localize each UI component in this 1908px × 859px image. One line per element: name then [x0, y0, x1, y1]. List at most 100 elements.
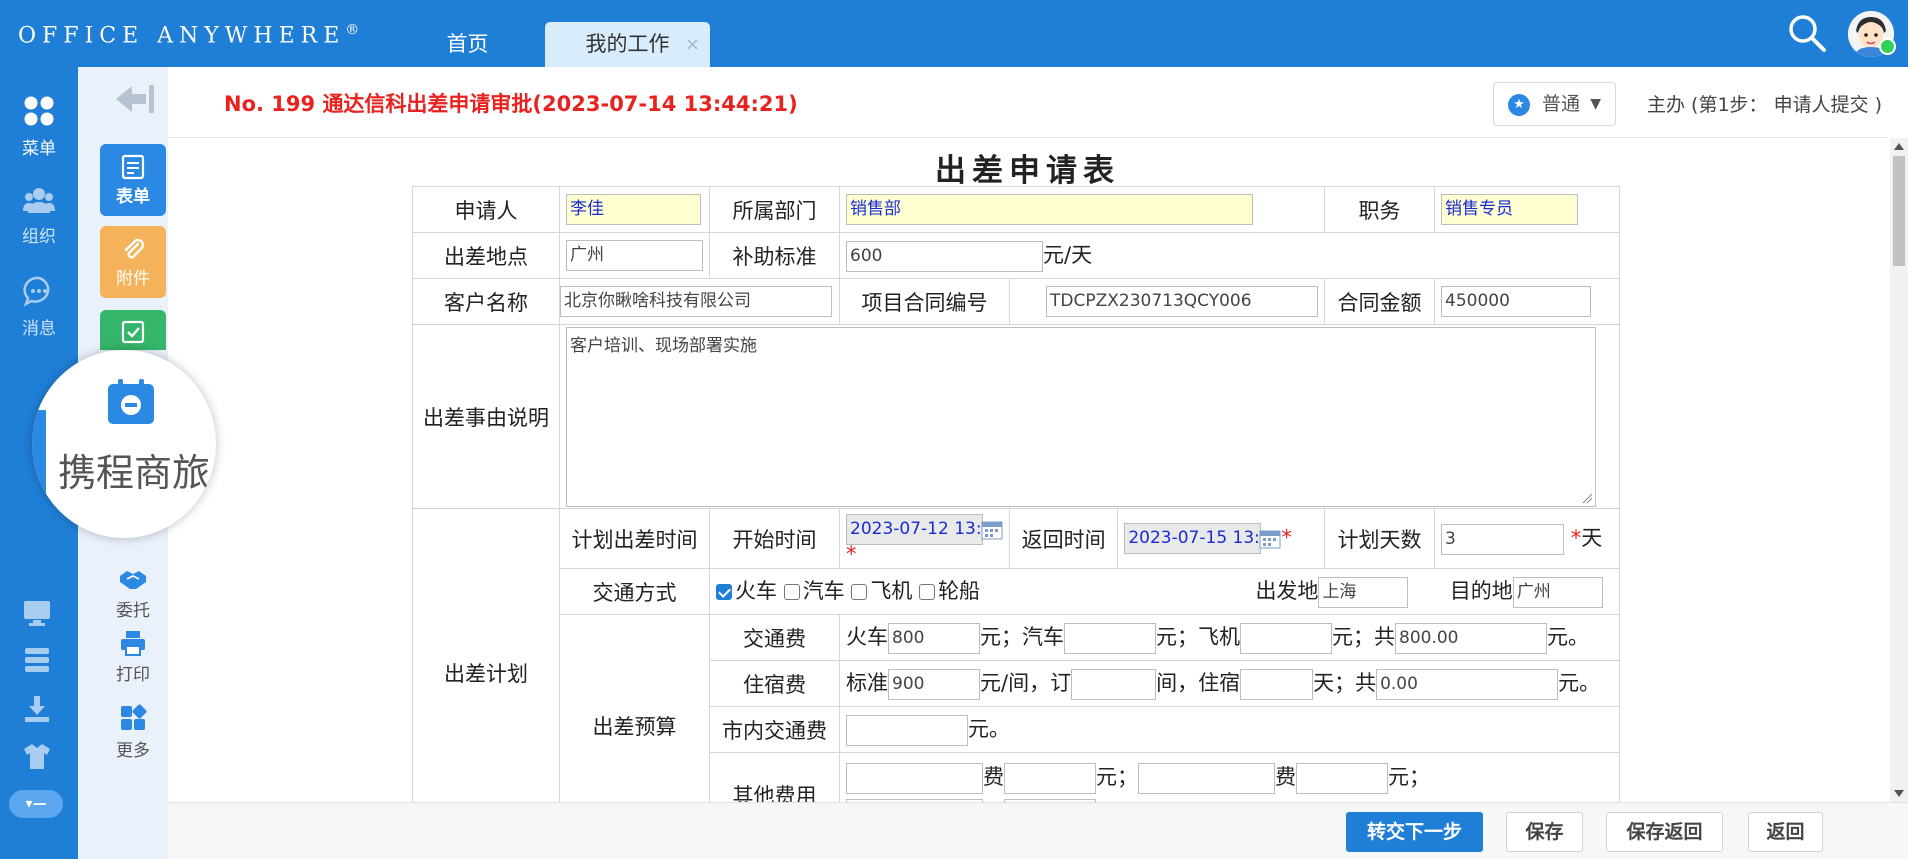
applicant-field[interactable]: 李佳 — [566, 194, 701, 225]
vertical-scrollbar[interactable] — [1890, 138, 1908, 802]
scroll-thumb[interactable] — [1893, 156, 1905, 266]
app-logo: Office Anywhere® — [18, 22, 360, 49]
rooms-field[interactable] — [1071, 668, 1157, 700]
chevron-down-icon: ▼ — [1590, 96, 1601, 112]
save-return-button[interactable]: 保存返回 — [1606, 812, 1723, 852]
rooms-unit: 间，住宿 — [1156, 671, 1241, 696]
sep-plane: 元；飞机 — [1156, 625, 1240, 650]
save-button[interactable]: 保存 — [1506, 812, 1583, 852]
chat-bubble-icon — [23, 276, 50, 307]
tab-my-work[interactable]: 我的工作 × — [545, 22, 710, 67]
place-field[interactable]: 广州 — [566, 240, 703, 271]
transport-option-car[interactable]: 汽车 — [783, 579, 845, 603]
reason-label: 出差事由说明 — [412, 324, 560, 509]
attachment-button-label: 附件 — [116, 269, 150, 289]
print-button[interactable]: 打印 — [100, 630, 166, 685]
position-field[interactable]: 销售专员 — [1441, 194, 1578, 225]
form-title: 出差申请表 — [935, 153, 1120, 189]
days-label: 计划天数 — [1324, 508, 1435, 569]
more-label: 更多 — [116, 741, 150, 761]
more-button[interactable]: 更多 — [100, 704, 166, 761]
to-field[interactable]: 广州 — [1512, 576, 1603, 608]
fee-word: 费 — [983, 765, 1004, 789]
printer-icon — [121, 631, 145, 656]
train-fee-field[interactable]: 800 — [888, 622, 980, 654]
contract-no-field[interactable]: TDCPZX230713QCY006 — [1046, 286, 1318, 317]
entrust-button[interactable]: 委托 — [100, 568, 166, 621]
scroll-down-icon[interactable] — [1894, 790, 1904, 797]
plan-label: 出差计划 — [412, 508, 560, 802]
start-time-field[interactable]: 2023-07-12 13:4 — [846, 514, 983, 545]
resize-handle-icon[interactable] — [1581, 492, 1593, 504]
page-title: No. 199 通达信科出差申请审批(2023-07-14 13:44:21) — [224, 92, 798, 116]
traffic-total-field[interactable]: 800.00 — [1395, 622, 1547, 654]
online-status-icon — [1879, 38, 1896, 55]
people-icon — [23, 188, 55, 213]
nav-org[interactable]: 组织 — [0, 185, 78, 247]
search-icon[interactable] — [1786, 12, 1828, 54]
transport-option-train[interactable]: 火车 — [716, 579, 777, 603]
car-fee-field[interactable] — [1064, 622, 1156, 654]
required-mark: * — [1570, 526, 1582, 551]
checkbox-icon — [851, 584, 868, 601]
to-label: 目的地 — [1449, 579, 1513, 604]
calendar-icon — [108, 379, 154, 424]
handshake-icon — [120, 571, 146, 589]
start-time-label: 开始时间 — [709, 508, 840, 569]
lodging-total-unit: 元。 — [1558, 671, 1601, 696]
reason-textarea[interactable]: 客户培训、现场部署实施 — [566, 326, 1596, 507]
local-fee-field[interactable] — [846, 714, 968, 746]
close-icon[interactable]: × — [685, 22, 700, 67]
travel-form-table: 申请人 李佳 所属部门 销售部 职务 销售专员 出差地点 广州 补助标准 600… — [412, 186, 1620, 802]
submit-next-button[interactable]: 转交下一步 — [1346, 812, 1483, 852]
shirt-icon[interactable] — [22, 741, 52, 771]
checklist-button[interactable] — [100, 310, 166, 350]
attachment-button[interactable]: 附件 — [100, 226, 166, 298]
train-label: 火车 — [846, 625, 888, 650]
subsidy-field[interactable]: 600 — [846, 240, 1043, 272]
transport-option-plane[interactable]: 飞机 — [851, 579, 912, 603]
days-unit: 天 — [1581, 526, 1603, 551]
scroll-up-icon[interactable] — [1894, 143, 1904, 150]
priority-dropdown[interactable]: ★ 普通 ▼ — [1493, 82, 1616, 126]
return-time-field[interactable]: 2023-07-15 13:4 — [1124, 523, 1262, 554]
nav-messages[interactable]: 消息 — [0, 275, 78, 339]
lodging-total-field[interactable]: 0.00 — [1376, 668, 1559, 700]
standard-field[interactable]: 900 — [888, 668, 980, 700]
back-button[interactable]: 返回 — [1748, 812, 1823, 852]
database-icon[interactable] — [22, 645, 52, 675]
nav-menu[interactable]: 菜单 — [0, 95, 78, 159]
other-fee-amount-2[interactable] — [1296, 762, 1388, 794]
collapse-arrow-icon[interactable] — [112, 82, 156, 116]
form-button[interactable]: 表单 — [100, 144, 166, 216]
nav-org-label: 组织 — [22, 227, 56, 247]
form-icon — [121, 154, 145, 180]
contract-no-label: 项目合同编号 — [839, 278, 1010, 325]
calendar-icon[interactable] — [1259, 529, 1281, 549]
other-fee-name-1[interactable] — [846, 762, 983, 794]
nav-toggle-button[interactable]: ▾— — [9, 790, 63, 818]
calendar-icon[interactable] — [981, 520, 1003, 540]
star-icon: ★ — [1508, 94, 1530, 116]
return-time-label: 返回时间 — [1008, 508, 1119, 569]
required-mark: * — [846, 542, 857, 566]
form-button-label: 表单 — [116, 187, 150, 207]
tab-home[interactable]: 首页 — [405, 22, 530, 67]
dept-field[interactable]: 销售部 — [846, 194, 1253, 225]
sep-total: 元；共 — [1332, 625, 1395, 650]
other-fee-amount-1[interactable] — [1004, 762, 1096, 794]
customer-field[interactable]: 北京你瞅啥科技有限公司 — [560, 286, 832, 317]
desktop-icon[interactable] — [22, 598, 52, 628]
nav-messages-label: 消息 — [22, 319, 56, 339]
amount-field[interactable]: 450000 — [1441, 286, 1591, 317]
stay-days-field[interactable] — [1240, 668, 1314, 700]
plane-fee-field[interactable] — [1240, 622, 1332, 654]
transport-option-ship[interactable]: 轮船 — [919, 579, 980, 603]
days-field[interactable]: 3 — [1441, 523, 1564, 555]
per-room-label: 元/间，订 — [980, 671, 1072, 696]
paperclip-icon — [124, 238, 145, 259]
step-info: 主办 (第1步： 申请人提交 ) — [1647, 94, 1883, 116]
download-icon[interactable] — [22, 694, 52, 724]
from-field[interactable]: 上海 — [1318, 576, 1409, 608]
other-fee-name-2[interactable] — [1138, 762, 1275, 794]
